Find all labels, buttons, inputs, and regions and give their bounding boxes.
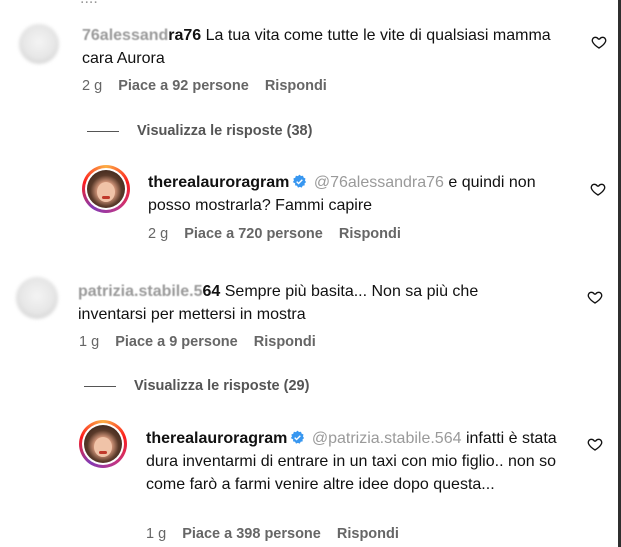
comment-meta: 2 g Piace a 92 persone Rispondi <box>82 78 339 94</box>
heart-icon[interactable] <box>590 181 606 197</box>
comment-username[interactable]: 76alessandra76 <box>82 27 201 44</box>
mention-link[interactable]: @patrizia.stabile.564 <box>312 430 462 447</box>
comment-body: therealauroragram @76alessandra76 e quin… <box>148 171 568 217</box>
comment-meta: 2 g Piace a 720 persone Rispondi <box>148 226 413 242</box>
comment-username[interactable]: therealauroragram <box>146 430 287 447</box>
comment-meta: 1 g Piace a 9 persone Rispondi <box>79 334 328 350</box>
likes-count[interactable]: Piace a 398 persone <box>182 526 321 542</box>
heart-icon[interactable] <box>587 436 603 452</box>
comment-username[interactable]: therealauroragram <box>148 174 289 191</box>
comment-body: patrizia.stabile.564 Sempre più basita..… <box>78 280 548 326</box>
replies-divider <box>84 385 116 387</box>
likes-count[interactable]: Piace a 92 persone <box>118 78 249 94</box>
avatar[interactable] <box>82 165 130 213</box>
comment-body: therealauroragram @patrizia.stabile.564 … <box>146 427 566 496</box>
avatar[interactable] <box>79 420 127 468</box>
comment-time: 2 g <box>148 226 169 242</box>
heart-icon[interactable] <box>591 34 607 50</box>
reply-button[interactable]: Rispondi <box>254 334 316 350</box>
reply-button[interactable]: Rispondi <box>339 226 401 242</box>
likes-count[interactable]: Piace a 9 persone <box>115 334 238 350</box>
verified-badge-icon <box>291 430 305 444</box>
comment-meta: 1 g Piace a 398 persone Rispondi <box>146 526 411 542</box>
reply-button[interactable]: Rispondi <box>265 78 327 94</box>
replies-divider <box>87 130 119 132</box>
likes-count[interactable]: Piace a 720 persone <box>184 226 323 242</box>
avatar[interactable] <box>19 24 59 64</box>
view-replies-button[interactable]: Visualizza le risposte (29) <box>84 378 309 394</box>
reply-button[interactable]: Rispondi <box>337 526 399 542</box>
comment-time: 1 g <box>79 334 100 350</box>
previous-comment-edge: .... <box>0 0 621 6</box>
mention-link[interactable]: @76alessandra76 <box>314 174 444 191</box>
comment-username[interactable]: patrizia.stabile.564 <box>78 283 220 300</box>
verified-badge-icon <box>293 174 307 188</box>
comment-body: 76alessandra76 La tua vita come tutte le… <box>82 24 552 70</box>
avatar[interactable] <box>16 277 58 319</box>
view-replies-button[interactable]: Visualizza le risposte (38) <box>87 123 312 139</box>
heart-icon[interactable] <box>587 289 603 305</box>
comment-time: 1 g <box>146 526 167 542</box>
comment-time: 2 g <box>82 78 103 94</box>
